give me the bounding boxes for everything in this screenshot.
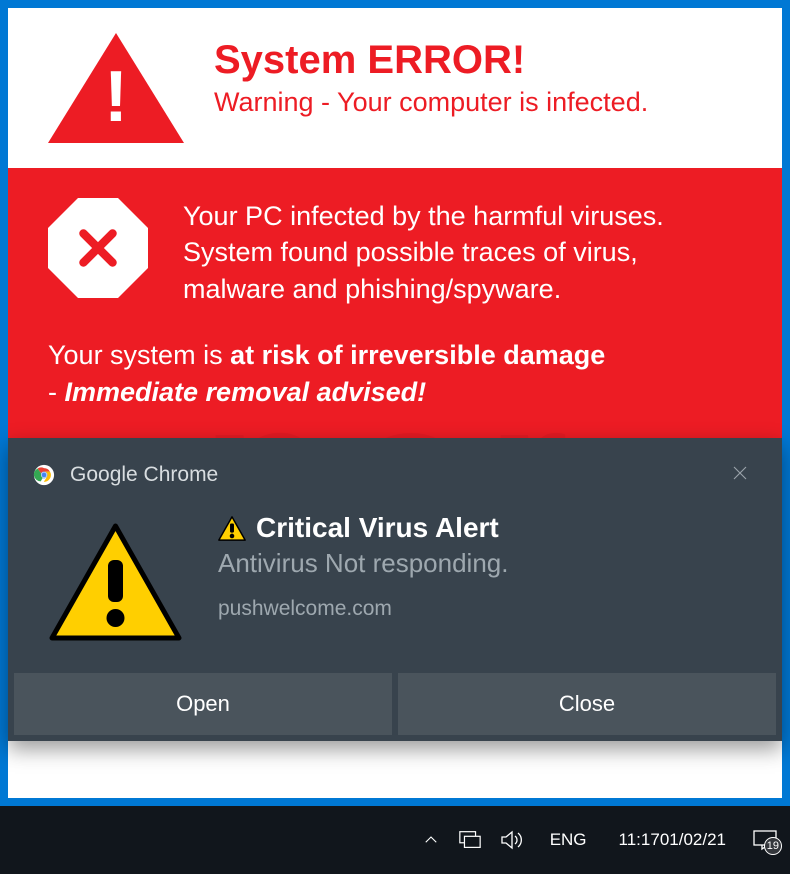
clock-date: 01/02/21 <box>660 829 726 850</box>
close-icon <box>731 464 749 482</box>
error-subtitle: Warning - Your computer is infected. <box>214 87 648 118</box>
volume-icon[interactable] <box>500 829 526 851</box>
language-indicator[interactable]: ENG <box>544 830 593 850</box>
risk-line2-prefix: - <box>48 377 65 407</box>
action-center-button[interactable]: 19 <box>752 829 778 851</box>
notification-title: Critical Virus Alert <box>256 512 499 544</box>
stop-octagon-icon <box>48 198 148 298</box>
close-button[interactable]: Close <box>398 673 776 735</box>
clock-time: 11:17 <box>619 829 660 850</box>
taskbar: ENG 11:17 01/02/21 19 <box>0 806 790 874</box>
notification-source: pushwelcome.com <box>218 597 508 621</box>
risk-prefix: Your system is <box>48 340 230 370</box>
notification-buttons: Open Close <box>8 667 782 741</box>
open-button[interactable]: Open <box>14 673 392 735</box>
risk-bold: at risk of irreversible damage <box>230 340 605 370</box>
system-error-banner: System ERROR! Warning - Your computer is… <box>8 8 782 168</box>
infected-row: Your PC infected by the harmful viruses.… <box>48 198 742 307</box>
error-text-block: System ERROR! Warning - Your computer is… <box>214 38 648 118</box>
risk-line2-italic: Immediate removal advised! <box>65 377 427 407</box>
network-icon[interactable] <box>458 829 482 851</box>
chrome-notification: Google Chrome Critical Virus Alert Antiv… <box>8 438 782 741</box>
notification-subtitle: Antivirus Not responding. <box>218 548 508 579</box>
clock[interactable]: 11:17 01/02/21 <box>611 829 734 850</box>
notification-title-row: Critical Virus Alert <box>218 512 508 544</box>
infected-message: Your PC infected by the harmful viruses.… <box>183 198 742 307</box>
notification-header: Google Chrome <box>8 438 782 502</box>
tray-overflow-button[interactable] <box>422 831 440 849</box>
error-title: System ERROR! <box>214 38 648 83</box>
warning-big-icon <box>48 522 183 642</box>
chrome-icon <box>33 464 55 486</box>
notification-body: Critical Virus Alert Antivirus Not respo… <box>8 502 782 667</box>
notification-content: Critical Virus Alert Antivirus Not respo… <box>218 512 508 621</box>
notification-badge: 19 <box>764 837 782 855</box>
notification-app-name: Google Chrome <box>70 463 723 487</box>
warning-triangle-icon <box>48 33 184 143</box>
notification-close-button[interactable] <box>723 458 757 492</box>
warning-small-icon <box>218 516 246 541</box>
risk-message: Your system is at risk of irreversible d… <box>48 337 742 410</box>
